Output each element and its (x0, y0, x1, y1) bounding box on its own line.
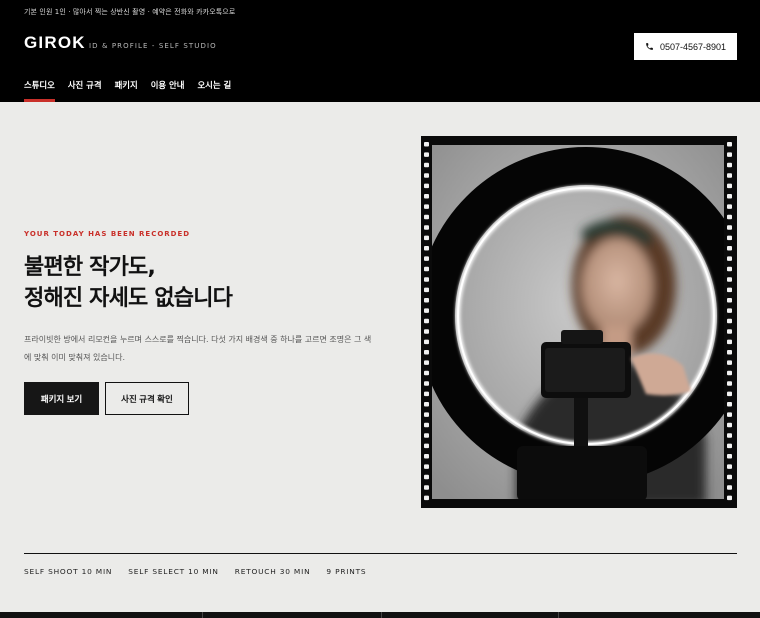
top-notice: 기본 인원 1인 · 많아서 찍는 상반신 촬영 · 예약은 전화와 카카오톡으… (24, 8, 236, 16)
film-strip-photo (421, 136, 737, 508)
film-sprocket-hole (727, 443, 732, 449)
film-sprocket-hole (424, 329, 429, 334)
film-sprocket-hole (727, 225, 732, 230)
hero-description: 프라이빗한 방에서 리모컨을 누르며 스스로를 찍습니다. 다섯 가지 배경색 … (24, 335, 372, 362)
film-sprocket-hole (727, 339, 732, 345)
film-sprocket-hole (424, 433, 429, 438)
film-sprocket-hole (424, 350, 429, 355)
hero-title: 불편한 작가도, 정해진 자세도 없습니다 (24, 252, 233, 314)
nav-item-guide[interactable]: 이용 안내 (151, 79, 185, 102)
film-sprocket-hole (727, 194, 732, 199)
film-sprocket-hole (727, 235, 732, 241)
film-sprocket-hole (727, 485, 732, 490)
film-sprocket-hole (727, 256, 732, 261)
film-sprocket-hole (424, 318, 429, 324)
film-sprocket-hole (424, 194, 429, 199)
site-header: 기본 인원 1인 · 많아서 찍는 상반신 촬영 · 예약은 전화와 카카오톡으… (0, 0, 760, 102)
stat-prints: 9 PRINTS (326, 567, 367, 576)
hero-title-line-1: 불편한 작가도, (24, 255, 156, 280)
film-sprocket-hole (424, 162, 429, 168)
film-sprocket-hole (727, 329, 732, 334)
film-sprocket-hole (424, 360, 429, 365)
next-section-edge (0, 612, 760, 618)
film-sprocket-hole (727, 370, 732, 376)
film-sprocket-hole (424, 277, 429, 282)
film-sprocket-hole (424, 142, 429, 147)
site-logo[interactable]: GIROK (24, 33, 86, 53)
film-sprocket-hole (424, 495, 429, 501)
stat-self-select: SELF SELECT 10 MIN (128, 567, 219, 576)
nav-item-directions[interactable]: 오시는 길 (197, 79, 231, 102)
film-sprocket-hole (727, 142, 732, 147)
film-sprocket-hole (424, 485, 429, 490)
stat-self-shoot: SELF SHOOT 10 MIN (24, 567, 113, 576)
film-sprocket-hole (424, 225, 429, 230)
film-sprocket-hole (424, 246, 429, 251)
stat-retouch: RETOUCH 30 MIN (234, 567, 311, 576)
film-sprocket-hole (727, 412, 732, 417)
nav-item-packages[interactable]: 패키지 (115, 79, 138, 102)
film-sprocket-hole (727, 474, 732, 480)
film-sprocket-hole (424, 266, 429, 272)
film-sprocket-hole (424, 204, 429, 209)
session-stats: SELF SHOOT 10 MIN SELF SELECT 10 MIN RET… (24, 567, 382, 576)
film-sprocket-hole (727, 495, 732, 501)
film-sprocket-hole (727, 204, 732, 209)
film-sprocket-hole (727, 277, 732, 282)
phone-number: 0507-4567-8901 (659, 41, 727, 52)
film-sprocket-hole (424, 308, 429, 313)
film-sprocket-hole (424, 298, 429, 303)
film-sprocket-hole (727, 152, 732, 157)
film-sprocket-hole (727, 402, 732, 407)
film-sprocket-hole (727, 464, 732, 469)
film-sprocket-hole (424, 422, 429, 428)
film-sprocket-hole (424, 214, 429, 220)
film-sprocket-hole (727, 173, 732, 178)
film-sprocket-hole (727, 287, 732, 293)
check-photo-specs-button[interactable]: 사진 규격 확인 (105, 382, 189, 415)
film-sprocket-hole (424, 256, 429, 261)
film-sprocket-hole (727, 162, 732, 168)
film-sprocket-hole (727, 318, 732, 324)
film-sprocket-hole (424, 370, 429, 376)
film-sprocket-hole (424, 287, 429, 293)
nav-item-photo-specs[interactable]: 사진 규격 (68, 79, 102, 102)
film-sprocket-hole (727, 454, 732, 459)
view-packages-button[interactable]: 패키지 보기 (24, 382, 99, 415)
film-sprocket-hole (727, 266, 732, 272)
film-sprocket-hole (727, 183, 732, 189)
film-sprocket-hole (727, 422, 732, 428)
film-sprocket-hole (424, 402, 429, 407)
film-sprocket-hole (424, 235, 429, 241)
film-sprocket-hole (424, 464, 429, 469)
film-sprocket-hole (727, 214, 732, 220)
main-nav: 스튜디오 사진 규격 패키지 이용 안내 오시는 길 (24, 79, 244, 102)
film-sprocket-hole (424, 391, 429, 397)
phone-button[interactable]: 0507-4567-8901 (634, 33, 737, 60)
film-sprocket-hole (727, 350, 732, 355)
ring-light-photo (421, 136, 737, 508)
nav-item-studio[interactable]: 스튜디오 (24, 79, 55, 102)
film-sprocket-hole (424, 381, 429, 386)
film-sprocket-hole (727, 360, 732, 365)
film-sprocket-hole (727, 246, 732, 251)
film-sprocket-hole (424, 183, 429, 189)
site-tagline: ID & PROFILE - SELF STUDIO (89, 42, 217, 50)
hero-title-line-2: 정해진 자세도 없습니다 (24, 286, 233, 311)
hero-eyebrow: YOUR TODAY HAS BEEN RECORDED (24, 230, 191, 238)
section-divider (24, 553, 737, 554)
film-sprocket-hole (727, 391, 732, 397)
phone-icon (646, 43, 653, 50)
film-sprocket-hole (424, 152, 429, 157)
film-sprocket-hole (424, 474, 429, 480)
film-sprocket-hole (424, 454, 429, 459)
film-sprocket-hole (727, 308, 732, 313)
film-sprocket-hole (424, 339, 429, 345)
film-sprocket-hole (727, 381, 732, 386)
film-sprocket-hole (727, 298, 732, 303)
film-sprocket-hole (424, 173, 429, 178)
film-sprocket-hole (424, 443, 429, 449)
film-sprocket-hole (424, 412, 429, 417)
film-sprocket-hole (727, 433, 732, 438)
